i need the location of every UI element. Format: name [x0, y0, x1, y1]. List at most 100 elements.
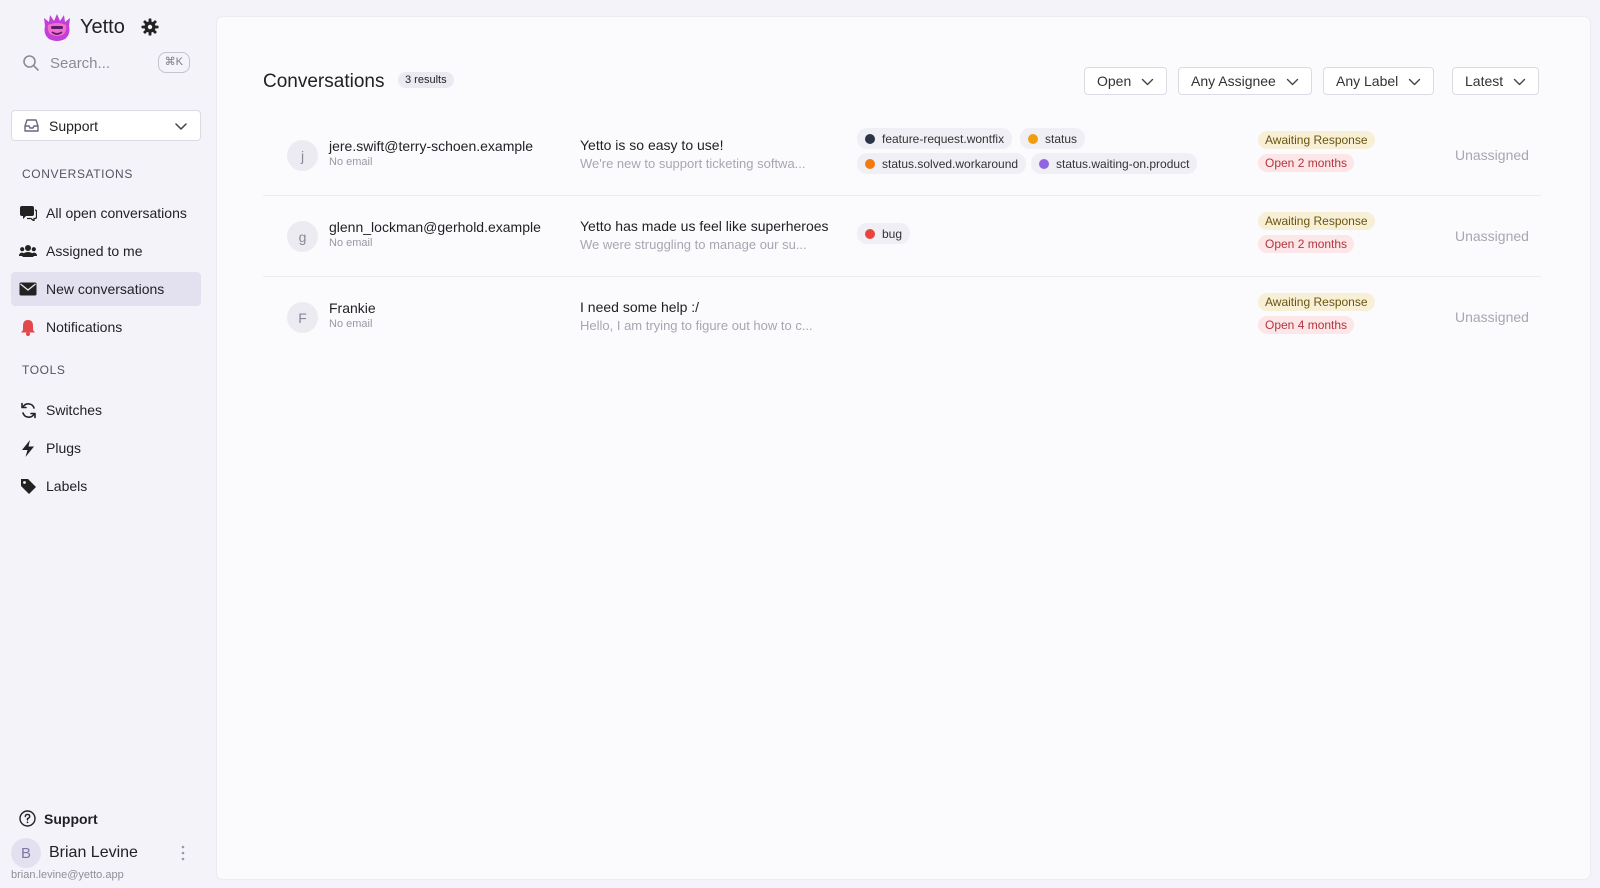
inbox-icon — [24, 119, 39, 132]
sort-label: Latest — [1465, 73, 1504, 89]
state-filter-label: Open — [1097, 73, 1132, 89]
age-badge: Open 2 months — [1258, 154, 1355, 172]
assignee-value[interactable]: Unassigned — [1455, 309, 1529, 325]
sidebar-item-label: Plugs — [46, 440, 82, 456]
label-filter-dropdown[interactable]: Any Label — [1323, 67, 1435, 95]
chevron-down-icon — [1142, 78, 1154, 85]
status-badge: Awaiting Response — [1258, 131, 1375, 149]
status-badge: Awaiting Response — [1258, 293, 1375, 311]
sidebar-item-label: All open conversations — [46, 205, 187, 221]
yetto-logo-icon[interactable] — [40, 12, 74, 42]
conversation-row[interactable]: g glenn_lockman@gerhold.example No email… — [263, 197, 1541, 277]
label-color-dot — [865, 133, 875, 144]
bell-icon — [19, 318, 37, 336]
assignee-value[interactable]: Unassigned — [1455, 147, 1529, 163]
sidebar-item-labels[interactable]: Labels — [11, 469, 201, 503]
user-menu[interactable]: B Brian Levine — [11, 838, 201, 868]
label-filter-label: Any Label — [1336, 73, 1399, 89]
state-filter-dropdown[interactable]: Open — [1084, 67, 1168, 95]
avatar: B — [11, 838, 41, 868]
sidebar-item-label: Assigned to me — [46, 243, 143, 259]
gear-icon[interactable] — [141, 18, 159, 36]
envelope-icon — [19, 280, 37, 298]
sidebar-item-plugs[interactable]: Plugs — [11, 431, 201, 465]
search-shortcut-badge: ⌘K — [157, 52, 190, 73]
sort-dropdown[interactable]: Latest — [1452, 67, 1540, 95]
sidebar-item-label: Switches — [46, 402, 103, 418]
sidebar: Yetto Search... ⌘K Support CONVERSATIONS… — [0, 0, 212, 888]
tools-section-title: TOOLS — [22, 363, 66, 377]
label-color-dot — [1028, 133, 1038, 144]
status-badge: Awaiting Response — [1258, 212, 1375, 230]
label-tag[interactable]: status.waiting-on.product — [1031, 153, 1198, 174]
sidebar-item-label: Notifications — [46, 319, 123, 335]
conversation-preview: Hello, I am trying to figure out how to … — [580, 318, 813, 333]
conversation-subject: Yetto has made us feel like superheroes — [580, 218, 829, 234]
chat-bubbles-icon — [19, 204, 37, 222]
conversation-sender-email: No email — [329, 156, 373, 168]
chevron-down-icon — [1409, 78, 1421, 85]
sync-icon — [19, 401, 37, 419]
label-tag-text: bug — [882, 226, 903, 241]
sidebar-item-label: New conversations — [46, 281, 165, 297]
label-tag-text: status.solved.workaround — [882, 156, 1019, 171]
chevron-down-icon — [1286, 78, 1299, 85]
team-select-label: Support — [49, 117, 99, 134]
conversation-sender: Frankie — [329, 300, 376, 316]
sidebar-item-new-conversations[interactable]: New conversations — [11, 272, 201, 306]
conversation-subject: Yetto is so easy to use! — [580, 137, 724, 153]
assignee-filter-dropdown[interactable]: Any Assignee — [1178, 67, 1312, 95]
main-panel: Conversations 3 results Open Any Assigne… — [217, 17, 1590, 879]
conversation-preview: We were struggling to manage our su... — [580, 237, 807, 252]
chevron-down-icon — [1513, 78, 1526, 85]
conversation-row[interactable]: j jere.swift@terry-schoen.example No ema… — [263, 116, 1541, 196]
bolt-icon — [19, 439, 37, 457]
sidebar-item-assigned-to-me[interactable]: Assigned to me — [11, 234, 201, 268]
sidebar-item-label: Labels — [46, 478, 88, 494]
conversation-sender-email: No email — [329, 237, 373, 249]
avatar: g — [287, 221, 318, 252]
label-color-dot — [865, 158, 875, 169]
conversation-row[interactable]: F Frankie No email I need some help :/ H… — [263, 278, 1541, 358]
label-tag[interactable]: status — [1020, 128, 1086, 149]
chevron-down-icon — [175, 123, 187, 130]
label-tag[interactable]: feature-request.wontfix — [857, 128, 1013, 149]
conversation-sender: jere.swift@terry-schoen.example — [329, 138, 534, 154]
conversations-section-title: CONVERSATIONS — [22, 167, 133, 181]
label-tag[interactable]: status.solved.workaround — [857, 153, 1027, 174]
user-email: brian.levine@yetto.app — [11, 869, 124, 881]
app-name: Yetto — [80, 15, 125, 38]
age-badge: Open 4 months — [1258, 316, 1355, 334]
label-tag-text: feature-request.wontfix — [882, 131, 1005, 146]
label-color-dot — [865, 228, 875, 239]
sidebar-item-notifications[interactable]: Notifications — [11, 310, 201, 344]
search-box[interactable]: Search... ⌘K — [22, 50, 190, 76]
age-badge: Open 2 months — [1258, 235, 1355, 253]
label-tag-text: status — [1045, 131, 1078, 146]
sidebar-item-all-open-conversations[interactable]: All open conversations — [11, 196, 201, 230]
support-link-label: Support — [44, 810, 98, 827]
search-placeholder[interactable]: Search... — [50, 55, 110, 72]
support-link[interactable]: Support — [19, 810, 98, 827]
assignee-value[interactable]: Unassigned — [1455, 228, 1529, 244]
sidebar-item-switches[interactable]: Switches — [11, 393, 201, 427]
search-icon — [23, 55, 39, 71]
conversation-sender: glenn_lockman@gerhold.example — [329, 219, 541, 235]
help-circle-icon — [19, 810, 36, 827]
conversation-preview: We're new to support ticketing softwa... — [580, 156, 806, 171]
users-icon — [19, 242, 37, 260]
page-title: Conversations — [263, 71, 385, 92]
user-name: Brian Levine — [49, 844, 138, 861]
assignee-filter-label: Any Assignee — [1191, 73, 1276, 89]
brand: Yetto — [40, 12, 159, 42]
avatar: j — [287, 140, 318, 171]
avatar: F — [287, 302, 318, 333]
team-select[interactable]: Support — [11, 110, 201, 141]
label-tag[interactable]: bug — [857, 223, 911, 244]
conversation-sender-email: No email — [329, 318, 373, 330]
conversation-subject: I need some help :/ — [580, 299, 700, 315]
label-color-dot — [1039, 158, 1049, 169]
more-vertical-icon[interactable] — [181, 845, 185, 861]
tag-icon — [19, 477, 37, 495]
label-tag-text: status.waiting-on.product — [1056, 156, 1190, 171]
